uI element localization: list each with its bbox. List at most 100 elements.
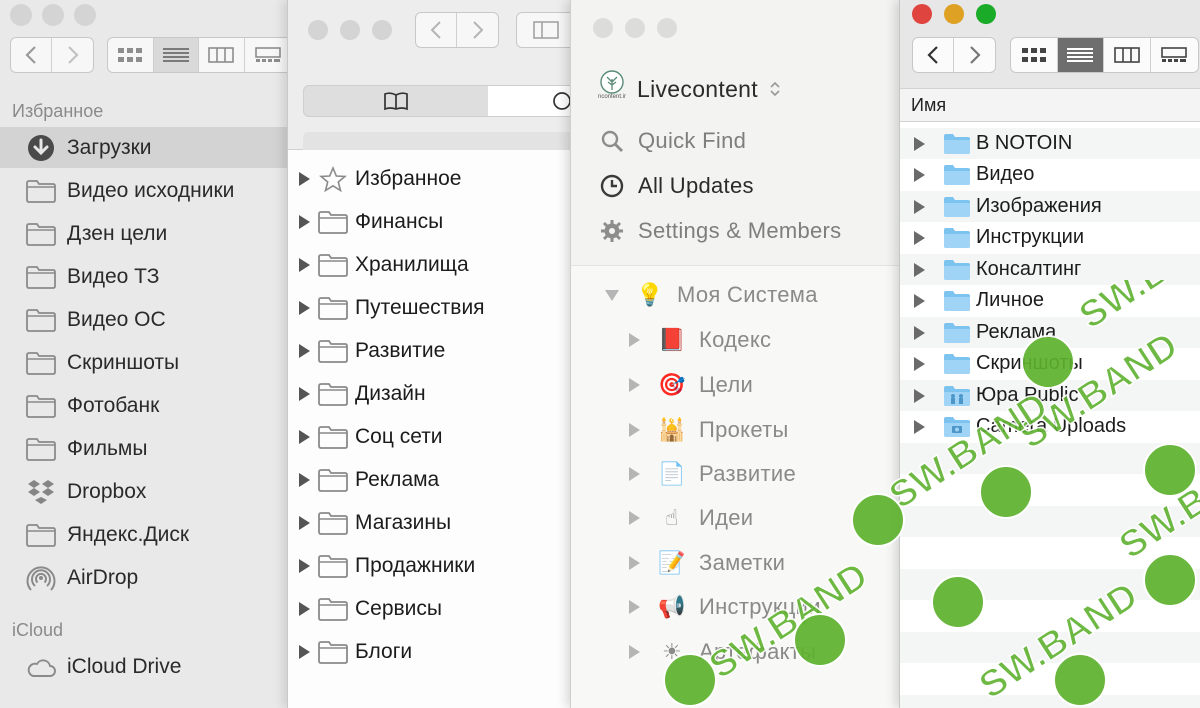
disclosure-triangle-icon[interactable] <box>914 136 925 151</box>
disclosure-triangle-icon[interactable] <box>629 333 640 347</box>
forward-button[interactable] <box>52 38 93 72</box>
file-row[interactable]: Изображения <box>900 191 1200 222</box>
minimize-button[interactable] <box>944 4 964 24</box>
sidebar-item-zen-goals[interactable]: Дзен цели <box>0 213 295 254</box>
disclosure-triangle-icon[interactable] <box>629 378 640 392</box>
file-row[interactable]: Реклама <box>900 317 1200 348</box>
disclosure-triangle-icon[interactable] <box>299 300 310 315</box>
bookmark-folder[interactable]: Хранилища <box>288 243 578 286</box>
disclosure-triangle-icon[interactable] <box>629 423 640 437</box>
search-field[interactable] <box>303 132 578 150</box>
close-button[interactable] <box>308 20 328 40</box>
sidebar-item-icloud-drive[interactable]: iCloud Drive <box>0 646 295 687</box>
disclosure-triangle-icon[interactable] <box>914 356 925 371</box>
page-item[interactable]: 📕 Кодекс <box>629 320 771 360</box>
disclosure-triangle-icon[interactable] <box>299 429 310 444</box>
disclosure-triangle-icon[interactable] <box>299 515 310 530</box>
disclosure-triangle-icon[interactable] <box>299 343 310 358</box>
file-row[interactable]: Юра Public <box>900 380 1200 411</box>
disclosure-triangle-icon[interactable] <box>914 199 925 214</box>
minimize-button[interactable] <box>340 20 360 40</box>
page-item[interactable]: 🕌 Прокеты <box>629 410 789 450</box>
sidebar-item-photobank[interactable]: Фотобанк <box>0 385 295 426</box>
sidebar-item-movies[interactable]: Фильмы <box>0 428 295 469</box>
bookmark-folder[interactable]: Реклама <box>288 458 578 501</box>
settings-members-button[interactable]: Settings & Members <box>599 211 841 251</box>
disclosure-triangle-icon[interactable] <box>299 601 310 616</box>
disclosure-triangle-icon[interactable] <box>299 644 310 659</box>
disclosure-triangle-icon[interactable] <box>629 556 640 570</box>
bookmark-folder[interactable]: Сервисы <box>288 587 578 630</box>
disclosure-triangle-icon[interactable] <box>629 511 640 525</box>
file-row[interactable]: Скриншоты <box>900 348 1200 379</box>
bookmark-folder[interactable]: Развитие <box>288 329 578 372</box>
bookmarks-tab[interactable] <box>304 86 488 116</box>
column-view-button[interactable] <box>1104 38 1151 72</box>
gallery-view-button[interactable] <box>1151 38 1198 72</box>
disclosure-triangle-icon[interactable] <box>299 214 310 229</box>
disclosure-triangle-icon[interactable] <box>299 257 310 272</box>
file-row[interactable]: Личное <box>900 285 1200 316</box>
icon-view-button[interactable] <box>108 38 154 72</box>
list-view-button[interactable] <box>1057 38 1104 72</box>
sidebar-item-dropbox[interactable]: Dropbox <box>0 471 295 512</box>
disclosure-triangle-icon[interactable] <box>299 171 310 186</box>
page-item[interactable]: 🎯 Цели <box>629 365 753 405</box>
back-button[interactable] <box>913 38 955 72</box>
back-button[interactable] <box>416 13 458 47</box>
gallery-view-button[interactable] <box>245 38 292 72</box>
page-item[interactable]: 📢 Инструкции <box>629 587 821 627</box>
sidebar-item-airdrop[interactable]: AirDrop <box>0 557 295 598</box>
bookmark-folder[interactable]: Финансы <box>288 200 578 243</box>
sidebar-item-yandex-disk[interactable]: Яндекс.Диск <box>0 514 295 555</box>
page-item[interactable]: 📝 Заметки <box>629 543 785 583</box>
sidebar-toggle-button[interactable] <box>516 12 576 48</box>
file-row[interactable]: Консалтинг <box>900 254 1200 285</box>
page-item[interactable]: 📄 Развитие <box>629 454 796 494</box>
zoom-button[interactable] <box>74 4 96 26</box>
sidebar-item-video-tz[interactable]: Видео ТЗ <box>0 256 295 297</box>
bookmark-folder[interactable]: Соц сети <box>288 415 578 458</box>
file-row[interactable]: Инструкции <box>900 222 1200 253</box>
sidebar-item-video-sources[interactable]: Видео исходники <box>0 170 295 211</box>
disclosure-triangle-icon[interactable] <box>914 293 925 308</box>
disclosure-triangle-icon[interactable] <box>299 472 310 487</box>
page-item[interactable]: ☀ Артефакты <box>629 632 816 672</box>
bookmark-folder[interactable]: Путешествия <box>288 286 578 329</box>
disclosure-triangle-icon[interactable] <box>914 388 925 403</box>
minimize-button[interactable] <box>42 4 64 26</box>
file-row[interactable]: B NOTOIN <box>900 128 1200 159</box>
disclosure-triangle-icon[interactable] <box>629 467 640 481</box>
file-row[interactable]: Camera Uploads <box>900 411 1200 442</box>
disclosure-triangle-icon[interactable] <box>914 262 925 277</box>
forward-button[interactable] <box>954 38 995 72</box>
close-button[interactable] <box>10 4 32 26</box>
all-updates-button[interactable]: All Updates <box>599 166 754 206</box>
bookmark-folder[interactable]: Блоги <box>288 630 578 673</box>
disclosure-triangle-icon[interactable] <box>605 289 619 301</box>
disclosure-triangle-icon[interactable] <box>914 325 925 340</box>
quick-find-button[interactable]: Quick Find <box>599 121 746 161</box>
zoom-button[interactable] <box>372 20 392 40</box>
icon-view-button[interactable] <box>1011 38 1058 72</box>
disclosure-triangle-icon[interactable] <box>299 558 310 573</box>
disclosure-triangle-icon[interactable] <box>629 600 640 614</box>
bookmark-folder[interactable]: Продажники <box>288 544 578 587</box>
list-view-button[interactable] <box>153 38 200 72</box>
name-column-header[interactable]: Имя <box>900 88 1200 122</box>
file-row[interactable]: Видео <box>900 159 1200 190</box>
zoom-button[interactable] <box>976 4 996 24</box>
sidebar-item-video-os[interactable]: Видео ОС <box>0 299 295 340</box>
column-view-button[interactable] <box>199 38 245 72</box>
history-tab[interactable] <box>488 86 577 116</box>
bookmark-folder[interactable]: Дизайн <box>288 372 578 415</box>
disclosure-triangle-icon[interactable] <box>914 230 925 245</box>
bookmark-folder[interactable]: Магазины <box>288 501 578 544</box>
back-button[interactable] <box>11 38 53 72</box>
forward-button[interactable] <box>457 13 498 47</box>
disclosure-triangle-icon[interactable] <box>914 419 925 434</box>
disclosure-triangle-icon[interactable] <box>299 386 310 401</box>
disclosure-triangle-icon[interactable] <box>914 167 925 182</box>
page-root[interactable]: 💡 Моя Система <box>605 275 818 315</box>
bookmark-item[interactable]: Избранное <box>288 157 578 200</box>
